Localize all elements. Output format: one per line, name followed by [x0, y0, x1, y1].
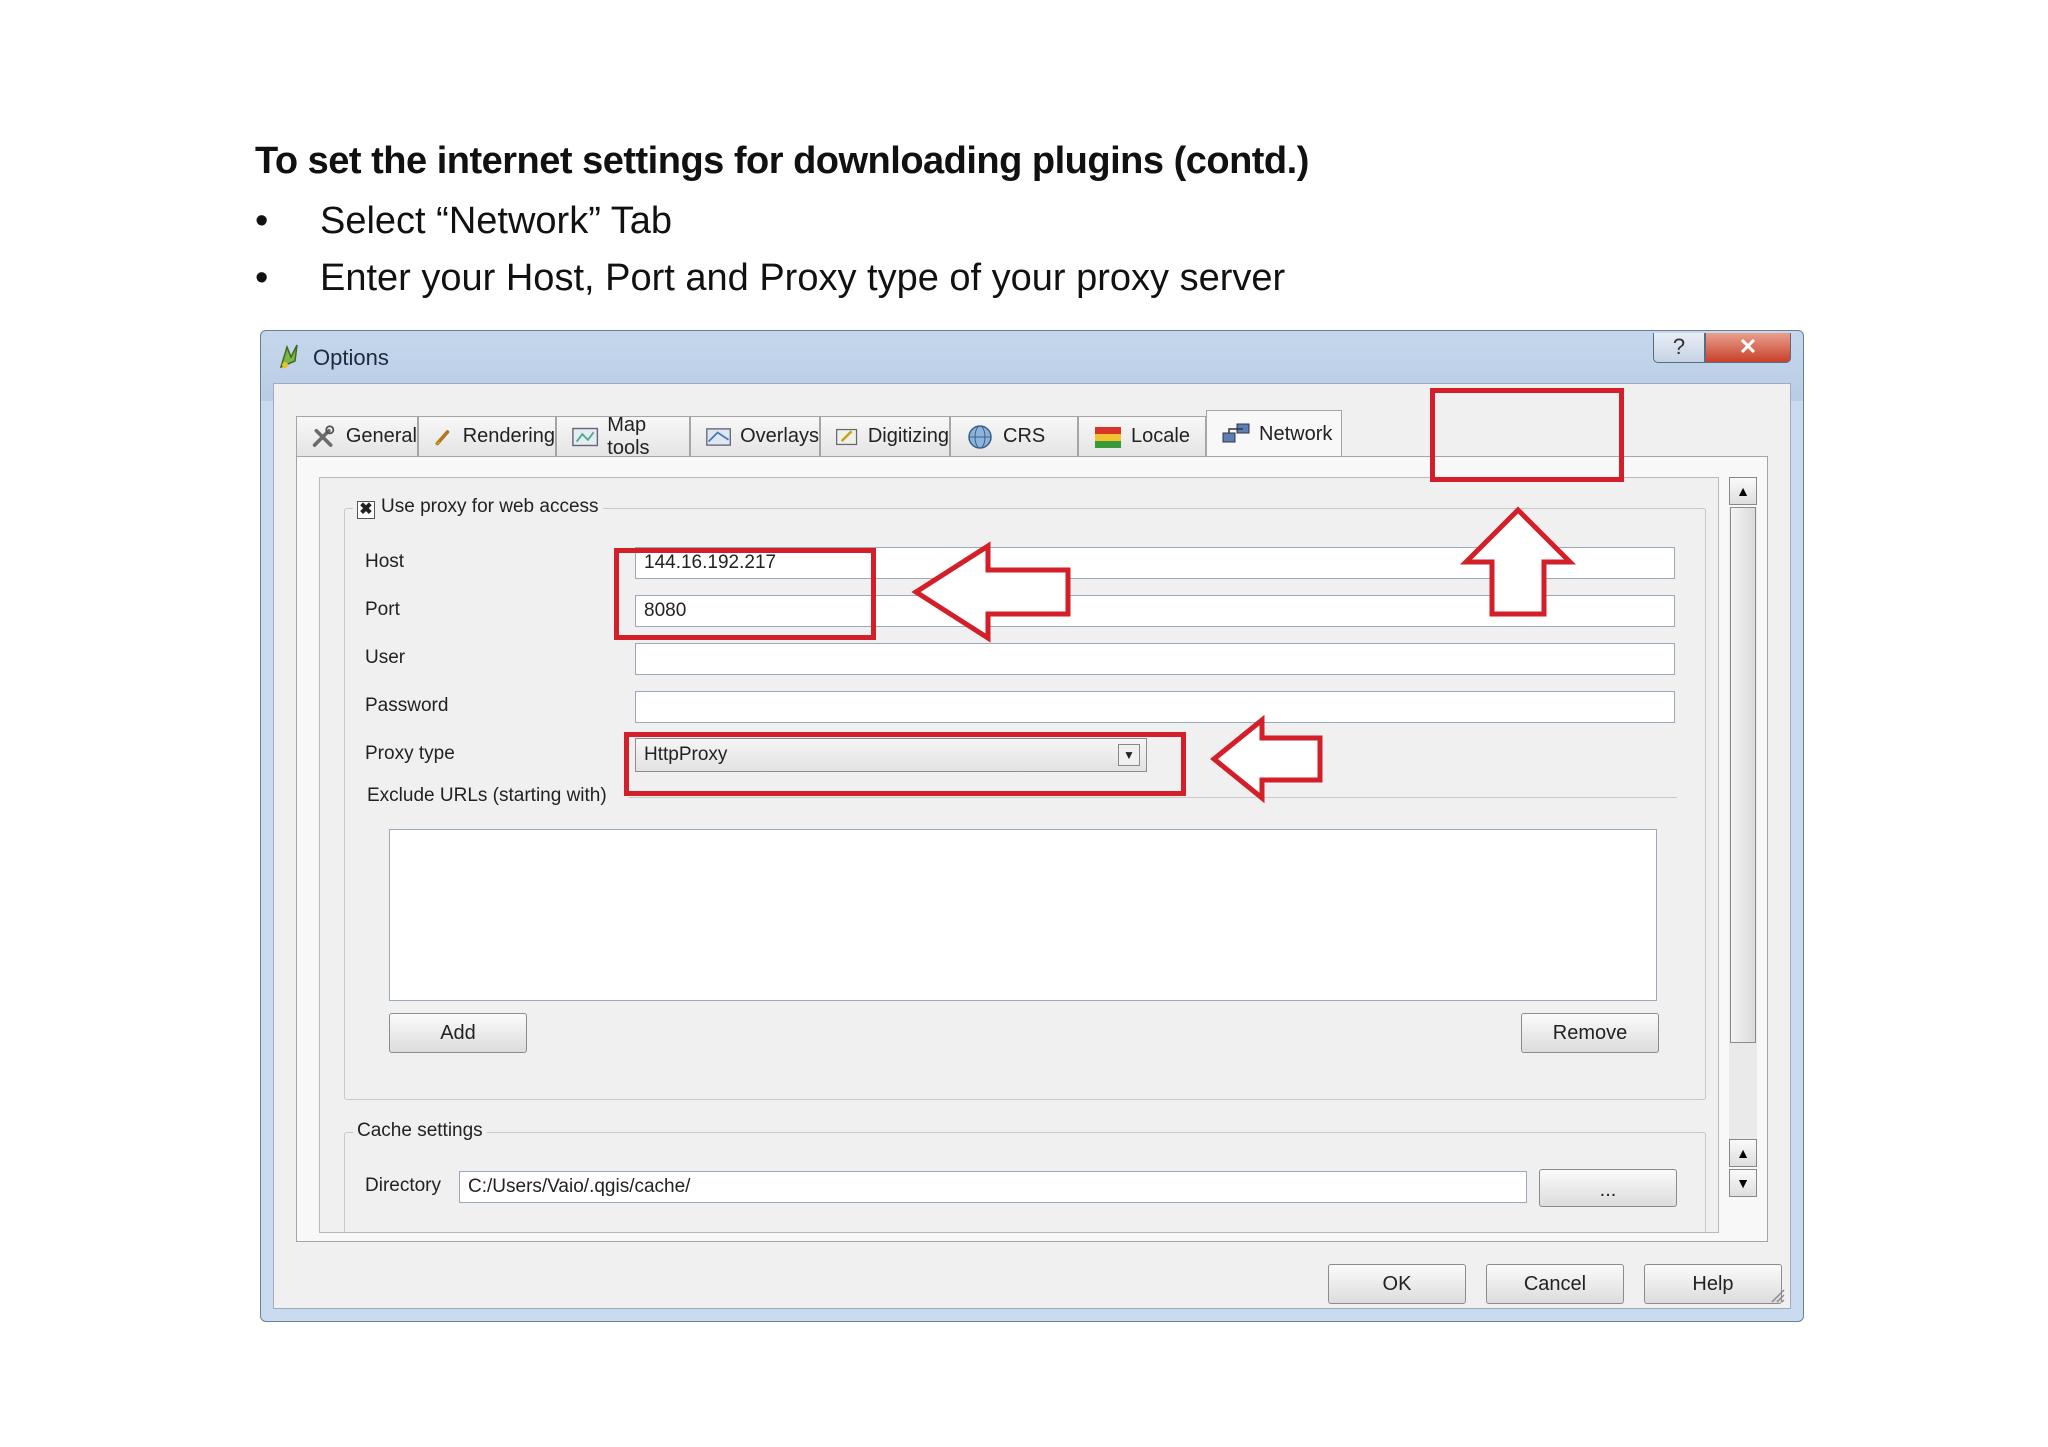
host-port-highlight: [614, 548, 876, 640]
up-arrow-icon: [1460, 506, 1576, 617]
remove-url-button[interactable]: Remove: [1521, 1013, 1659, 1053]
tab-network[interactable]: Network: [1206, 410, 1342, 457]
password-input[interactable]: [635, 691, 1675, 723]
map-tools-icon: [572, 427, 599, 446]
tab-rendering[interactable]: Rendering: [418, 416, 556, 456]
resize-grip-icon[interactable]: [1768, 1286, 1786, 1304]
tab-map-tools[interactable]: Map tools: [556, 414, 690, 459]
network-tab-highlight: [1430, 388, 1624, 482]
cache-settings-legend: Cache settings: [353, 1120, 487, 1142]
proxy-type-label: Proxy type: [365, 743, 455, 764]
directory-input[interactable]: C:/Users/Vaio/.qgis/cache/: [459, 1171, 1527, 1203]
slide-heading: To set the internet settings for downloa…: [255, 140, 1309, 182]
help-title-button[interactable]: ?: [1653, 333, 1705, 363]
tab-digitizing[interactable]: Digitizing: [820, 416, 950, 456]
scroll-down-arrow[interactable]: ▼: [1729, 1169, 1757, 1197]
tab-locale[interactable]: Locale: [1078, 416, 1206, 456]
bullet-1: • Select “Network” Tab: [255, 200, 672, 242]
digitizing-icon: [836, 428, 858, 445]
dialog-title: Options: [313, 345, 389, 370]
tools-icon: [312, 424, 335, 447]
overlays-icon: [706, 427, 731, 446]
checkbox-mark[interactable]: ✖: [357, 501, 375, 519]
vertical-scrollbar[interactable]: ▲ ▲ ▼: [1729, 477, 1759, 1233]
add-url-button[interactable]: Add: [389, 1013, 527, 1053]
globe-icon: [968, 424, 992, 449]
port-label: Port: [365, 599, 400, 620]
scroll-track[interactable]: [1729, 507, 1757, 1167]
flag-icon: [1095, 426, 1121, 448]
directory-label: Directory: [365, 1175, 442, 1196]
close-button[interactable]: ✕: [1705, 333, 1791, 363]
tab-overlays[interactable]: Overlays: [690, 416, 820, 456]
host-label: Host: [365, 551, 405, 572]
scroll-up-arrow-2[interactable]: ▲: [1729, 1139, 1757, 1167]
use-proxy-checkbox[interactable]: ✖ Use proxy for web access: [353, 496, 603, 519]
left-arrow-icon: [911, 541, 1071, 643]
ok-button[interactable]: OK: [1328, 1264, 1466, 1304]
exclude-urls-list[interactable]: [389, 829, 1657, 1001]
title-bar[interactable]: Options ? ✕: [261, 331, 1803, 383]
bullet-2: • Enter your Host, Port and Proxy type of…: [255, 257, 1286, 299]
qgis-icon: [279, 344, 298, 369]
proxy-type-highlight: [624, 732, 1186, 796]
cancel-button[interactable]: Cancel: [1486, 1264, 1624, 1304]
network-icon: [1222, 423, 1250, 443]
user-input[interactable]: [635, 643, 1675, 675]
help-button[interactable]: Help: [1644, 1264, 1782, 1304]
exclude-urls-label: Exclude URLs (starting with): [367, 785, 607, 806]
browse-button[interactable]: ...: [1539, 1169, 1677, 1207]
scroll-up-arrow[interactable]: ▲: [1729, 477, 1757, 505]
scroll-thumb[interactable]: [1730, 507, 1756, 1043]
brush-icon: [435, 429, 450, 445]
left-arrow-icon-2: [1210, 714, 1323, 804]
password-label: Password: [365, 695, 449, 716]
tab-crs[interactable]: CRS: [950, 416, 1078, 456]
tab-general[interactable]: General: [296, 416, 418, 456]
exclude-separator: [629, 797, 1677, 798]
user-label: User: [365, 647, 406, 668]
cache-group: Cache settings Directory C:/Users/Vaio/.…: [344, 1120, 1706, 1232]
